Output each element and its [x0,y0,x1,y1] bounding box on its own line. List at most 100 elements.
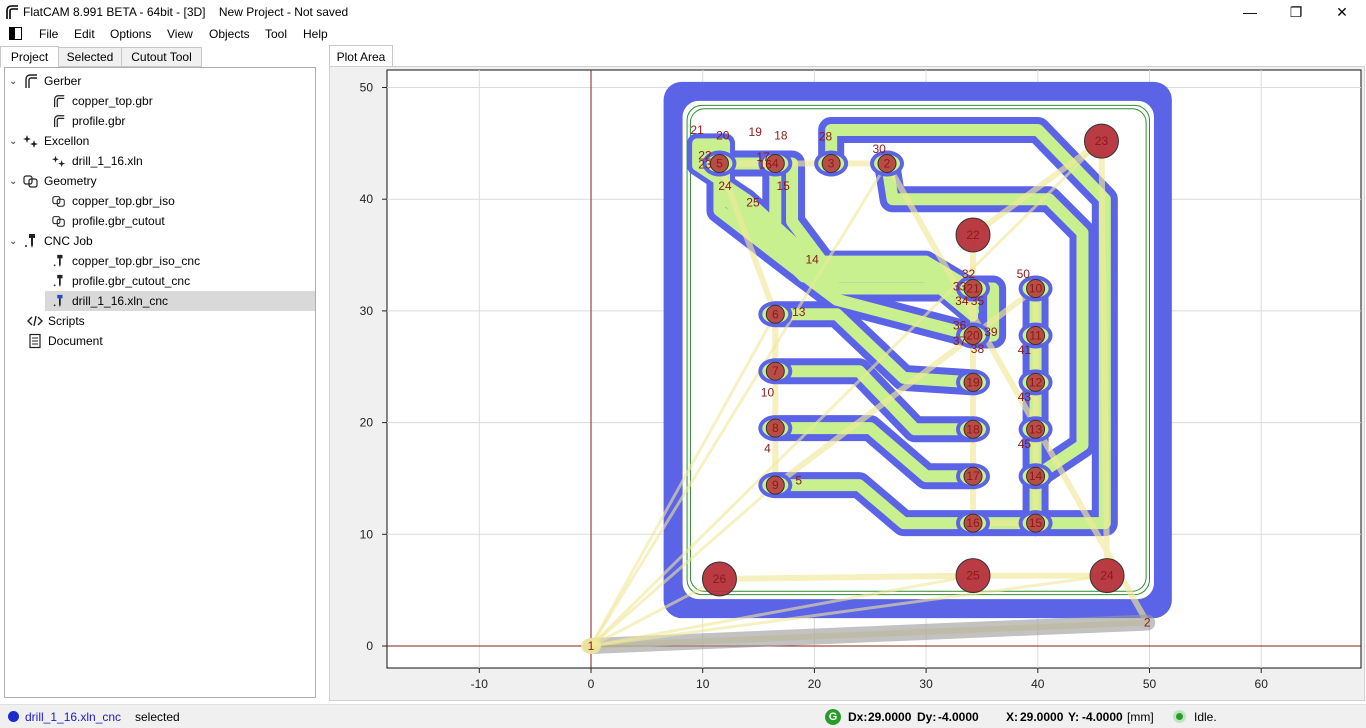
tree-item-profile-cutout[interactable]: profile.gbr_cutout [51,211,165,231]
tab-selected[interactable]: Selected [58,47,122,67]
tree-item-copper-top-iso[interactable]: copper_top.gbr_iso [51,191,175,211]
tree-item-copper-iso-cnc[interactable]: copper_top.gbr_iso_cnc [51,251,200,271]
menu-view[interactable]: View [167,27,193,41]
status-selected-suffix: selected [135,710,180,724]
gerber-icon [51,93,67,109]
excellon-icon [23,133,39,149]
tree-group-label: CNC Job [44,234,93,248]
app-state: Idle. [1194,710,1217,724]
x-tick-label: 20 [808,677,822,691]
x-value: 29.0000 [1020,710,1064,724]
drill-label: 50 [1017,267,1031,281]
drill-label: 22 [966,228,980,242]
drill-label: 30 [873,142,887,156]
drill-label: 21 [690,123,704,137]
tree-item-label: profile.gbr [72,114,126,128]
tree-group-label: Scripts [48,314,85,328]
tree-item-copper-top-gbr[interactable]: copper_top.gbr [51,91,153,111]
drill-label: 16 [966,516,980,530]
drill-label: 35 [971,294,985,308]
close-button[interactable]: ✕ [1319,0,1365,24]
chevron-down-icon[interactable]: ⌄ [9,236,23,247]
gerber-icon [51,113,67,129]
x-tick-label: 50 [1143,677,1157,691]
tree-group-scripts[interactable]: Scripts [27,311,85,331]
tree-group-excellon[interactable]: ⌄ Excellon [9,131,89,151]
x-tick-label: 0 [588,677,595,691]
document-icon [27,333,43,349]
tree-group-geometry[interactable]: ⌄ Geometry [9,171,97,191]
geometry-icon [51,193,67,209]
chevron-down-icon[interactable]: ⌄ [9,136,23,147]
flatcam-logo-icon [6,5,18,19]
drill-label: 14 [1029,469,1043,483]
drill-label: 7 [772,364,779,378]
plot-area[interactable]: 1 2 2 3 4 5 6 7 8 9 10 11 12 13 14 15 16 17 18 19 20 21 22 23 24… [329,66,1365,701]
menu-options[interactable]: Options [110,27,151,41]
tree-group-label: Geometry [44,174,97,188]
menu-help[interactable]: Help [303,27,328,41]
drill-label: 39 [984,325,998,339]
drill-label: 20 [716,129,730,143]
drill-label: 41 [1018,343,1032,357]
cncjob-icon [51,253,67,269]
drill-label: 38 [971,342,985,356]
title-bar: FlatCAM 8.991 BETA - 64bit - [3D] New Pr… [0,0,1366,24]
drill-label: 9 [772,478,779,492]
drill-label: 19 [749,125,763,139]
drill-label: 25 [966,569,980,583]
drill-label: 37 [953,334,967,348]
tree-item-profile-gbr[interactable]: profile.gbr [51,111,125,131]
menu-objects[interactable]: Objects [209,27,250,41]
x-tick-label: 60 [1255,677,1269,691]
tree-item-profile-cutout-cnc[interactable]: profile.gbr_cutout_cnc [51,271,190,291]
tree-item-drill-xln-cnc[interactable]: drill_1_16.xln_cnc [45,291,315,311]
drill-label: 26 [713,572,727,586]
drill-label: 36 [953,318,967,332]
tab-plot-area[interactable]: Plot Area [329,45,393,67]
tree-item-label: drill_1_16.xln [72,154,143,168]
drill-label: 23 [698,158,712,172]
project-tree[interactable]: ⌄ Gerber copper_top.gbr profile.gbr ⌄ Ex… [4,67,316,698]
y-value: -4.0000 [1082,710,1123,724]
drill-label: 4 [772,156,779,170]
tab-project[interactable]: Project [0,46,59,68]
menu-edit[interactable]: Edit [74,27,95,41]
tab-cutout-tool[interactable]: Cutout Tool [121,47,202,67]
tree-group-gerber[interactable]: ⌄ Gerber [9,71,81,91]
drill-label: 24 [718,179,732,193]
drill-label: 10 [761,385,775,399]
tree-item-label: copper_top.gbr_iso [72,194,175,208]
minimize-button[interactable]: — [1227,0,1273,24]
tree-group-document[interactable]: Document [27,331,103,351]
drill-label: 25 [746,196,760,210]
drill-label: 16 [759,158,773,172]
x-tick-label: -10 [471,677,489,691]
dy-value: -4.0000 [938,710,979,724]
pcb-canvas[interactable]: 1223456789101112131415161718192021222324… [330,67,1364,700]
tree-group-label: Gerber [44,74,82,88]
tree-item-drill-xln[interactable]: drill_1_16.xln [51,151,143,171]
y-label: Y: [1068,710,1080,724]
drill-label: 1 [588,639,595,653]
tree-item-label: profile.gbr_cutout [72,214,165,228]
menu-file[interactable]: File [39,27,58,41]
grid-snap-icon[interactable]: G [825,709,841,725]
idle-status-icon [1173,710,1186,723]
tree-item-label: copper_top.gbr [72,94,153,108]
chevron-down-icon[interactable]: ⌄ [9,76,23,87]
maximize-button[interactable]: ❐ [1273,0,1319,24]
menu-tool[interactable]: Tool [265,27,287,41]
drill-label: 2 [884,156,891,170]
drill-label: 18 [966,422,980,436]
tree-group-label: Document [48,334,103,348]
drill-label: 15 [1029,516,1043,530]
chevron-down-icon[interactable]: ⌄ [9,176,23,187]
drill-label: 10 [1029,282,1043,296]
tree-group-cncjob[interactable]: ⌄ CNC Job [9,231,93,251]
drill-label: 5 [716,156,723,170]
drill-label: 24 [1100,569,1114,583]
y-tick-label: 50 [360,81,374,95]
left-panel: Project Selected Cutout Tool ⌄ Gerber co… [0,44,322,704]
dock-toggle-icon[interactable] [9,27,22,40]
